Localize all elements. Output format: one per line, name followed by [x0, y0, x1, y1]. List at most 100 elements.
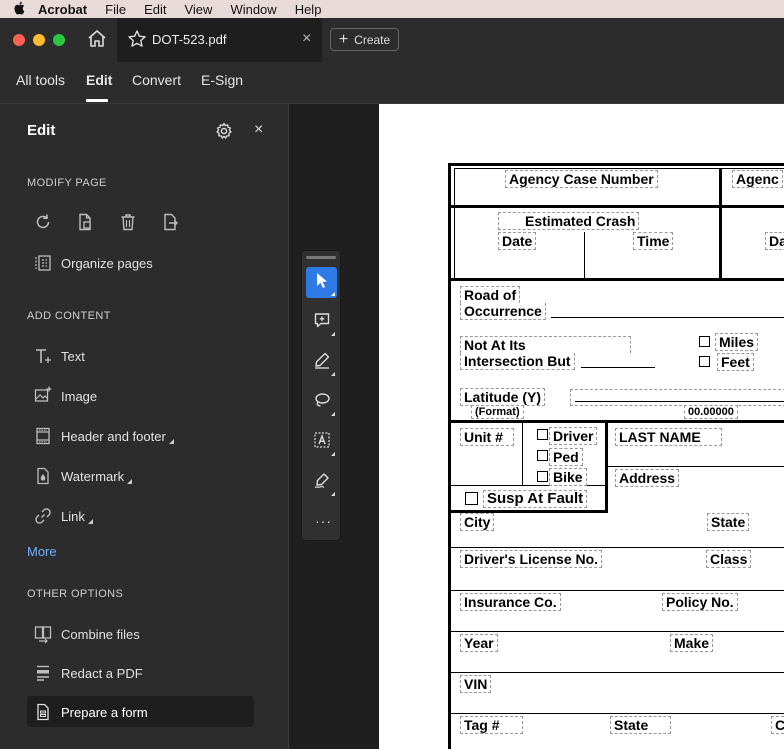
date-label-cut[interactable]: Da — [765, 232, 784, 250]
add-image-item[interactable]: Image — [33, 385, 97, 407]
organize-pages-icon — [33, 253, 53, 273]
combine-files-item[interactable]: Combine files — [33, 623, 140, 645]
close-window-button[interactable] — [13, 34, 25, 46]
organize-pages-item[interactable]: Organize pages — [33, 252, 153, 274]
menu-file[interactable]: File — [105, 2, 126, 17]
lasso-icon — [313, 391, 331, 414]
latitude-field[interactable] — [570, 389, 784, 406]
modify-page-heading: MODIFY PAGE — [27, 177, 107, 189]
year-label[interactable]: Year — [460, 634, 498, 652]
toolbar-grip[interactable] — [306, 256, 336, 259]
replace-page-icon[interactable] — [160, 212, 180, 232]
header-footer-caret-icon — [168, 438, 174, 444]
driver-checkbox[interactable] — [537, 429, 548, 440]
star-icon[interactable] — [127, 29, 147, 49]
tag-state-label[interactable]: State — [610, 716, 672, 734]
road-label-line1[interactable]: Road of — [460, 286, 521, 303]
highlight-tool[interactable] — [306, 347, 337, 378]
link-label: Link — [61, 508, 85, 524]
tab-all-tools[interactable]: All tools — [16, 72, 65, 88]
address-label[interactable]: Address — [615, 469, 680, 487]
more-link[interactable]: More — [27, 544, 57, 559]
menu-view[interactable]: View — [184, 2, 212, 17]
vin-label[interactable]: VIN — [460, 675, 492, 693]
make-label[interactable]: Make — [670, 634, 714, 652]
date-label[interactable]: Date — [498, 232, 537, 250]
draw-tool[interactable] — [306, 387, 337, 418]
select-tool[interactable] — [306, 267, 337, 298]
drivers-license-label[interactable]: Driver's License No. — [460, 550, 603, 568]
zoom-window-button[interactable] — [53, 34, 65, 46]
combine-files-label: Combine files — [61, 626, 140, 642]
ped-label[interactable]: Ped — [549, 448, 583, 466]
redact-pdf-item[interactable]: Redact a PDF — [33, 662, 143, 684]
feet-checkbox[interactable] — [699, 356, 710, 367]
tab-edit[interactable]: Edit — [86, 72, 112, 88]
apple-icon[interactable] — [0, 1, 38, 18]
home-icon[interactable] — [86, 28, 108, 50]
minimize-window-button[interactable] — [33, 34, 45, 46]
tag-label[interactable]: Tag # — [460, 716, 523, 734]
add-content-heading: ADD CONTENT — [27, 310, 111, 322]
pen-icon — [313, 351, 331, 374]
agency-case-label[interactable]: Agency Case Number — [505, 170, 658, 188]
row-divider-1 — [451, 205, 784, 208]
watermark-label: Watermark — [61, 468, 125, 484]
link-item[interactable]: Link — [33, 505, 93, 527]
menu-app-acrobat[interactable]: Acrobat — [38, 2, 87, 17]
extract-page-icon[interactable] — [75, 212, 95, 232]
latitude-label[interactable]: Latitude (Y) — [460, 388, 545, 406]
miles-checkbox[interactable] — [699, 336, 710, 347]
add-image-label: Image — [61, 388, 98, 404]
tab-esign[interactable]: E-Sign — [201, 72, 243, 88]
driver-label[interactable]: Driver — [549, 427, 598, 445]
time-label[interactable]: Time — [633, 232, 674, 250]
not-at-label-line1[interactable]: Not At Its — [460, 336, 631, 353]
feet-label[interactable]: Feet — [717, 353, 754, 371]
susp-fault-checkbox[interactable] — [465, 492, 478, 505]
tab-close-icon[interactable]: × — [302, 31, 311, 47]
delete-icon[interactable] — [118, 212, 138, 232]
road-label-line2[interactable]: Occurrence — [460, 303, 546, 320]
vertical-toolbar: ··· — [301, 250, 341, 541]
estimated-crash-label[interactable]: Estimated Crash — [498, 212, 640, 230]
policy-label[interactable]: Policy No. — [662, 593, 738, 611]
not-at-label-line2[interactable]: Intersection But — [460, 353, 575, 370]
prepare-form-item[interactable]: Prepare a form — [33, 701, 148, 723]
class-label[interactable]: Class — [706, 550, 752, 568]
panel-close-icon[interactable]: × — [254, 121, 263, 139]
row-line-vin — [451, 713, 784, 714]
insurance-label[interactable]: Insurance Co. — [460, 593, 561, 611]
add-text-label: Text — [61, 348, 85, 364]
menu-edit[interactable]: Edit — [144, 2, 166, 17]
rotate-icon[interactable] — [33, 212, 53, 232]
unit-label[interactable]: Unit # — [460, 428, 514, 446]
comment-tool[interactable] — [306, 307, 337, 338]
watermark-item[interactable]: Watermark — [33, 465, 133, 487]
susp-fault-label[interactable]: Susp At Fault — [483, 490, 588, 508]
text-tool[interactable] — [306, 427, 337, 458]
menu-window[interactable]: Window — [230, 2, 276, 17]
watermark-caret-icon — [127, 478, 133, 484]
row-divider-2 — [451, 278, 784, 281]
bike-checkbox[interactable] — [537, 471, 548, 482]
sign-tool[interactable] — [306, 467, 337, 498]
gear-icon[interactable] — [214, 121, 234, 141]
document-tab[interactable]: DOT-523.pdf × — [117, 18, 322, 62]
tab-convert[interactable]: Convert — [132, 72, 181, 88]
agency-label-cut[interactable]: Agenc — [732, 170, 783, 188]
more-tools-icon[interactable]: ··· — [315, 513, 332, 529]
bike-label[interactable]: Bike — [549, 468, 587, 486]
pdf-page: Agency Case Number Agenc Estimated Crash… — [379, 104, 784, 749]
row-line-insurance — [451, 631, 784, 632]
menu-help[interactable]: Help — [295, 2, 322, 17]
header-footer-item[interactable]: Header and footer — [33, 425, 174, 447]
city-label[interactable]: City — [460, 513, 495, 531]
ped-checkbox[interactable] — [537, 450, 548, 461]
miles-label[interactable]: Miles — [715, 333, 759, 351]
state-label[interactable]: State — [707, 513, 750, 531]
c-label-cut[interactable]: C — [771, 716, 784, 734]
add-text-item[interactable]: Text — [33, 345, 85, 367]
create-button[interactable]: + Create — [330, 28, 399, 51]
last-name-label[interactable]: LAST NAME — [615, 428, 722, 446]
